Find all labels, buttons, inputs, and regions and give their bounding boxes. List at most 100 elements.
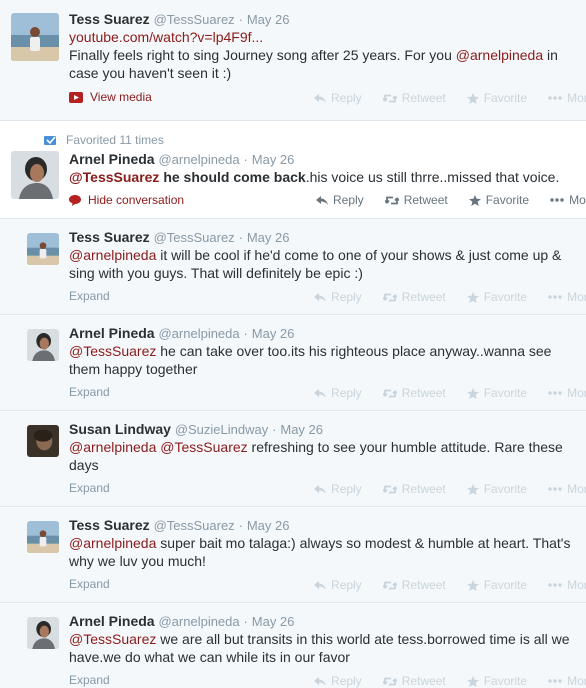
reply-tweet-4[interactable]: Tess Suarez @TessSuarez · May 26 @arnelp… [0, 506, 586, 602]
favorite-button[interactable]: Favorite [467, 91, 527, 105]
star-icon [469, 195, 481, 206]
tweet-actions: Reply Retweet Favorite More [316, 193, 586, 207]
retweet-button[interactable]: Retweet [383, 482, 446, 496]
avatar[interactable] [27, 521, 59, 553]
reply-button[interactable]: Reply [316, 193, 364, 207]
tweet-date[interactable]: May 26 [280, 422, 323, 437]
mention-link[interactable]: @arnelpineda [69, 247, 156, 263]
author-handle[interactable]: @TessSuarez [154, 230, 235, 245]
retweet-icon [383, 484, 397, 495]
expand-link[interactable]: Expand [69, 673, 110, 687]
reply-icon [314, 93, 326, 104]
author-name[interactable]: Arnel Pineda [69, 613, 155, 629]
reply-button[interactable]: Reply [314, 674, 362, 688]
favorite-button[interactable]: Favorite [467, 290, 527, 304]
media-link[interactable]: youtube.com/watch?v=lp4F9f... [69, 29, 263, 45]
expand-link[interactable]: Expand [69, 577, 110, 591]
more-dots-icon [548, 96, 562, 100]
retweet-button[interactable]: Retweet [385, 193, 448, 207]
author-name[interactable]: Susan Lindway [69, 421, 171, 437]
retweet-button[interactable]: Retweet [383, 91, 446, 105]
reply-button[interactable]: Reply [314, 91, 362, 105]
tweet-actions: Reply Retweet Favorite More [314, 482, 586, 496]
author-name[interactable]: Tess Suarez [69, 11, 150, 27]
reply-button[interactable]: Reply [314, 578, 362, 592]
reply-button[interactable]: Reply [314, 482, 362, 496]
more-button[interactable]: More [550, 193, 586, 207]
reply-tweet-5[interactable]: Arnel Pineda @arnelpineda · May 26 @Tess… [0, 602, 586, 688]
retweet-button[interactable]: Retweet [383, 386, 446, 400]
favorite-button[interactable]: Favorite [467, 482, 527, 496]
retweet-button[interactable]: Retweet [383, 674, 446, 688]
retweet-icon [383, 676, 397, 687]
mention-link-2[interactable]: @TessSuarez [160, 439, 247, 455]
reply-tweet-1[interactable]: Tess Suarez @TessSuarez · May 26 @arnelp… [0, 218, 586, 314]
author-handle[interactable]: @SuzieLindway [175, 422, 268, 437]
hide-conversation-button[interactable]: Hide conversation [69, 193, 184, 207]
retweet-icon [385, 195, 399, 206]
author-handle[interactable]: @arnelpineda [158, 326, 239, 341]
author-handle[interactable]: @TessSuarez [154, 518, 235, 533]
reply-icon [316, 195, 328, 206]
view-media-button[interactable]: View media [69, 90, 152, 104]
author-handle[interactable]: @TessSuarez [154, 12, 235, 27]
reply-button[interactable]: Reply [314, 386, 362, 400]
retweet-button[interactable]: Retweet [383, 290, 446, 304]
favorite-button[interactable]: Favorite [467, 578, 527, 592]
tweet-date[interactable]: May 26 [252, 152, 295, 167]
more-dots-icon [548, 487, 562, 491]
retweet-icon [383, 292, 397, 303]
avatar[interactable] [27, 617, 59, 649]
favorite-button[interactable]: Favorite [467, 674, 527, 688]
favorite-button[interactable]: Favorite [467, 386, 527, 400]
author-handle[interactable]: @arnelpineda [158, 614, 239, 629]
author-name[interactable]: Arnel Pineda [69, 325, 155, 341]
reply-tweet-2[interactable]: Arnel Pineda @arnelpineda · May 26 @Tess… [0, 314, 586, 410]
tweet-date[interactable]: May 26 [247, 12, 290, 27]
retweet-button[interactable]: Retweet [383, 578, 446, 592]
author-name[interactable]: Tess Suarez [69, 229, 150, 245]
favorited-label: Favorited 11 times [66, 133, 164, 147]
tweet-2-expanded[interactable]: Favorited 11 times Arnel Pineda @arnelpi… [0, 120, 586, 218]
star-icon [467, 676, 479, 687]
favorite-button[interactable]: Favorite [469, 193, 529, 207]
tweet-date[interactable]: May 26 [252, 614, 295, 629]
mention-link[interactable]: @TessSuarez [69, 169, 159, 185]
mention-link[interactable]: @arnelpineda [69, 535, 156, 551]
more-button[interactable]: More [548, 386, 586, 400]
avatar[interactable] [11, 13, 59, 61]
tweet-actions: Reply Retweet Favorite More [314, 91, 586, 105]
reply-tweet-3[interactable]: Susan Lindway @SuzieLindway · May 26 @ar… [0, 410, 586, 506]
author-name[interactable]: Tess Suarez [69, 517, 150, 533]
mention-link[interactable]: @TessSuarez [69, 631, 156, 647]
mention-link[interactable]: @arnelpineda [456, 47, 543, 63]
avatar[interactable] [27, 329, 59, 361]
avatar[interactable] [11, 151, 59, 199]
more-dots-icon [548, 679, 562, 683]
more-button[interactable]: More [548, 91, 586, 105]
tweet-date[interactable]: May 26 [247, 230, 290, 245]
mention-link[interactable]: @TessSuarez [69, 343, 156, 359]
author-name[interactable]: Arnel Pineda [69, 151, 155, 167]
reply-icon [314, 676, 326, 687]
more-button[interactable]: More [548, 674, 586, 688]
more-button[interactable]: More [548, 482, 586, 496]
retweet-icon [383, 93, 397, 104]
more-button[interactable]: More [548, 578, 586, 592]
avatar[interactable] [27, 425, 59, 457]
retweet-icon [383, 388, 397, 399]
tweet-actions: Reply Retweet Favorite More [314, 674, 586, 688]
expand-link[interactable]: Expand [69, 481, 110, 495]
expand-link[interactable]: Expand [69, 289, 110, 303]
author-handle[interactable]: @arnelpineda [158, 152, 239, 167]
reply-button[interactable]: Reply [314, 290, 362, 304]
more-button[interactable]: More [548, 290, 586, 304]
star-icon [467, 580, 479, 591]
avatar[interactable] [27, 233, 59, 265]
tweet-1[interactable]: Tess Suarez @TessSuarez · May 26 youtube… [0, 0, 586, 120]
mention-link[interactable]: @arnelpineda [69, 439, 156, 455]
expand-link[interactable]: Expand [69, 385, 110, 399]
tweet-date[interactable]: May 26 [252, 326, 295, 341]
tweet-date[interactable]: May 26 [247, 518, 290, 533]
star-icon [467, 388, 479, 399]
